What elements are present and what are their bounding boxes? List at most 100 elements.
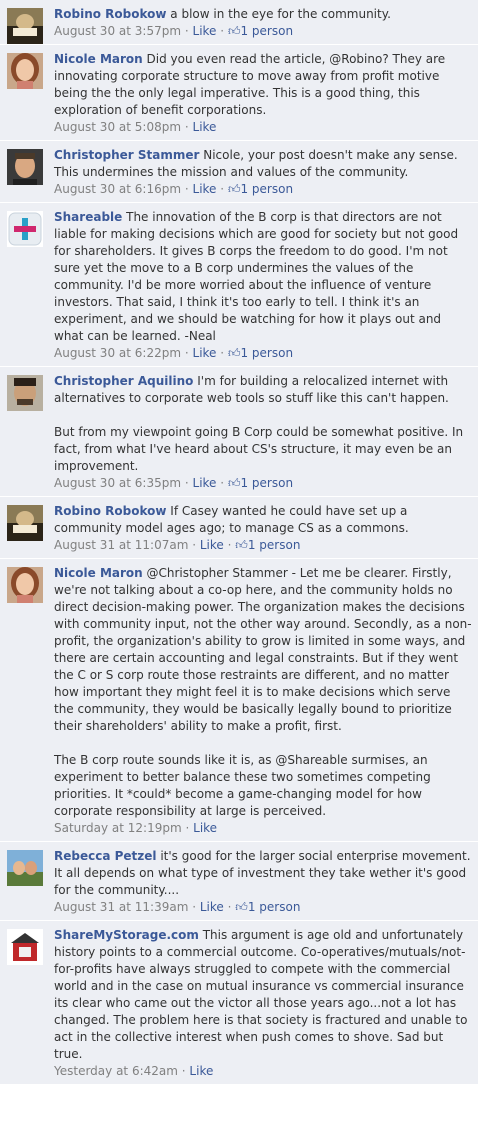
avatar-rebecca[interactable] (7, 850, 43, 886)
likes-count-link[interactable]: 1 person (240, 182, 293, 196)
comment: Shareable The innovation of the B corp i… (0, 203, 478, 367)
separator: · (220, 24, 225, 38)
separator: · (220, 476, 225, 490)
likes-summary: · 👍︎1 person (220, 182, 293, 196)
separator: · (227, 900, 232, 914)
comment-text: But from my viewpoint going B Corp could… (54, 425, 464, 473)
separator: · (184, 24, 189, 38)
thumbs-up-icon: 👍︎ (227, 24, 241, 38)
comment: ShareMyStorage.com This argument is age … (0, 921, 478, 1085)
comment-meta: Saturday at 12:19pm · Like (54, 820, 472, 837)
timestamp[interactable]: August 31 at 11:07am (54, 538, 188, 552)
comment: Robino Robokow If Casey wanted he could … (0, 497, 478, 559)
likes-summary: · 👍︎1 person (220, 476, 293, 490)
like-link[interactable]: Like (193, 24, 217, 38)
avatar-robino[interactable] (7, 8, 43, 44)
comment-text: The B corp route sounds like it is, as @… (54, 753, 431, 818)
separator: · (184, 120, 189, 134)
like-link[interactable]: Like (193, 120, 217, 134)
comment-body: Christopher Aquilino I'm for building a … (54, 373, 472, 475)
timestamp[interactable]: August 30 at 6:16pm (54, 182, 181, 196)
comment-text: a blow in the eye for the community. (170, 7, 391, 21)
likes-summary: · 👍︎1 person (220, 24, 293, 38)
avatar-sharemystorage-logo[interactable] (7, 929, 43, 965)
separator: · (220, 182, 225, 196)
thumbs-up-icon: 👍︎ (235, 900, 248, 914)
separator: · (192, 538, 197, 552)
timestamp[interactable]: August 30 at 5:08pm (54, 120, 181, 134)
likes-summary: · 👍︎1 person (220, 346, 293, 360)
comment-body: Nicole Maron Did you even read the artic… (54, 51, 472, 119)
likes-summary: · 👍︎1 person (228, 900, 301, 914)
comment: Christopher Stammer Nicole, your post do… (0, 141, 478, 203)
separator: · (184, 346, 189, 360)
author-link[interactable]: Nicole Maron (54, 52, 143, 66)
comment-body: Robino Robokow a blow in the eye for the… (54, 6, 472, 23)
comment: Rebecca Petzel it's good for the larger … (0, 842, 478, 921)
like-link[interactable]: Like (193, 346, 217, 360)
author-link[interactable]: Christopher Stammer (54, 148, 199, 162)
timestamp[interactable]: August 31 at 11:39am (54, 900, 188, 914)
comment: Robino Robokow a blow in the eye for the… (0, 0, 478, 45)
avatar-shareable-logo[interactable] (7, 211, 43, 247)
comment-body: Christopher Stammer Nicole, your post do… (54, 147, 472, 181)
comment-meta: August 30 at 6:16pm · Like · 👍︎1 person (54, 181, 472, 198)
comment-meta: August 31 at 11:39am · Like · 👍︎1 person (54, 899, 472, 916)
comment: Nicole Maron @Christopher Stammer - Let … (0, 559, 478, 842)
separator: · (181, 1064, 186, 1078)
author-link[interactable]: ShareMyStorage.com (54, 928, 199, 942)
like-link[interactable]: Like (200, 538, 224, 552)
comment-body: Robino Robokow If Casey wanted he could … (54, 503, 472, 537)
comment-body: Shareable The innovation of the B corp i… (54, 209, 472, 345)
separator: · (184, 182, 189, 196)
separator: · (192, 900, 197, 914)
comment-text: @Christopher Stammer - Let me be clearer… (54, 566, 472, 733)
timestamp[interactable]: Yesterday at 6:42am (54, 1064, 178, 1078)
author-link[interactable]: Rebecca Petzel (54, 849, 157, 863)
comment-list: Robino Robokow a blow in the eye for the… (0, 0, 478, 1085)
timestamp[interactable]: August 30 at 6:35pm (54, 476, 181, 490)
comment-body: Nicole Maron @Christopher Stammer - Let … (54, 565, 472, 820)
comment-meta: Yesterday at 6:42am · Like (54, 1063, 472, 1080)
like-link[interactable]: Like (193, 476, 217, 490)
thumbs-up-icon: 👍︎ (227, 476, 241, 490)
author-link[interactable]: Shareable (54, 210, 122, 224)
comment-body: Rebecca Petzel it's good for the larger … (54, 848, 472, 899)
avatar-nicole[interactable] (7, 53, 43, 89)
comment-meta: August 30 at 6:22pm · Like · 👍︎1 person (54, 345, 472, 362)
comment: Nicole Maron Did you even read the artic… (0, 45, 478, 141)
comment-text: The innovation of the B corp is that dir… (54, 210, 459, 343)
author-link[interactable]: Robino Robokow (54, 504, 166, 518)
author-link[interactable]: Nicole Maron (54, 566, 143, 580)
author-link[interactable]: Robino Robokow (54, 7, 166, 21)
thumbs-up-icon: 👍︎ (235, 538, 248, 552)
comment-meta: August 30 at 6:35pm · Like · 👍︎1 person (54, 475, 472, 492)
comment-text: This argument is age old and unfortunate… (54, 928, 468, 1061)
like-link[interactable]: Like (193, 182, 217, 196)
separator: · (227, 538, 232, 552)
likes-count-link[interactable]: 1 person (248, 538, 301, 552)
likes-summary: · 👍︎1 person (228, 538, 301, 552)
timestamp[interactable]: August 30 at 6:22pm (54, 346, 181, 360)
separator: · (185, 821, 190, 835)
thumbs-up-icon: 👍︎ (227, 346, 241, 360)
timestamp[interactable]: August 30 at 3:57pm (54, 24, 181, 38)
avatar-christopher-aquilino[interactable] (7, 375, 43, 411)
avatar-christopher-stammer[interactable] (7, 149, 43, 185)
timestamp[interactable]: Saturday at 12:19pm (54, 821, 182, 835)
like-link[interactable]: Like (189, 1064, 213, 1078)
like-link[interactable]: Like (193, 821, 217, 835)
like-link[interactable]: Like (200, 900, 224, 914)
likes-count-link[interactable]: 1 person (248, 900, 301, 914)
likes-count-link[interactable]: 1 person (240, 346, 293, 360)
separator: · (220, 346, 225, 360)
author-link[interactable]: Christopher Aquilino (54, 374, 193, 388)
separator: · (184, 476, 189, 490)
avatar-nicole[interactable] (7, 567, 43, 603)
likes-count-link[interactable]: 1 person (240, 24, 293, 38)
thumbs-up-icon: 👍︎ (227, 182, 241, 196)
likes-count-link[interactable]: 1 person (240, 476, 293, 490)
comment: Christopher Aquilino I'm for building a … (0, 367, 478, 497)
avatar-robino[interactable] (7, 505, 43, 541)
comment-meta: August 30 at 3:57pm · Like · 👍︎1 person (54, 23, 472, 40)
